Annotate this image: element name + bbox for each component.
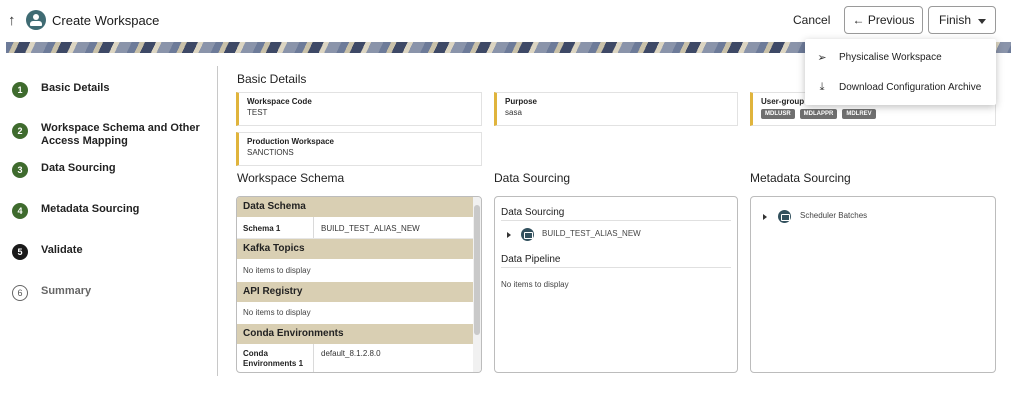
step-label: Validate (41, 244, 83, 256)
paper-plane-icon: ➢ (817, 52, 827, 64)
divider (501, 220, 731, 221)
workspace-code-field: Workspace Code TEST (236, 92, 482, 126)
empty-message: No items to display (243, 308, 311, 317)
wizard-steps: 1 Basic Details 2 Workspace Schema and O… (0, 62, 215, 382)
metadata-sourcing-panel: Scheduler Batches (750, 196, 996, 373)
divider (217, 66, 218, 376)
table-row: Conda Environments 1 default_8.1.2.8.0 (237, 344, 474, 372)
tree-item[interactable]: Scheduler Batches (751, 209, 991, 225)
step-label: Summary (41, 285, 92, 297)
user-group-tag: MDLUSR (761, 109, 795, 119)
menu-item-label: Physicalise Workspace (839, 52, 942, 63)
cancel-button[interactable]: Cancel (793, 13, 830, 27)
sub-title-data-pipeline: Data Pipeline (501, 254, 561, 265)
divider (313, 217, 314, 238)
field-value: SANCTIONS (247, 148, 294, 157)
step-number-icon: 5 (12, 244, 28, 260)
finish-dropdown-menu: ➢ Physicalise Workspace ⤓ Download Confi… (805, 39, 996, 105)
group-header-data-schema: Data Schema (237, 197, 474, 217)
divider (501, 267, 731, 268)
row-key: Conda Environments 1 (243, 349, 304, 368)
field-value: TEST (247, 108, 268, 117)
folder-icon (521, 228, 534, 241)
workspace-icon (26, 10, 46, 30)
step-check-icon: 4 (12, 203, 28, 219)
step-number-icon: 6 (12, 285, 28, 301)
step-label: Data Sourcing (41, 162, 116, 174)
tree-item[interactable]: BUILD_TEST_ALIAS_NEW (495, 227, 735, 243)
section-title-data-sourcing: Data Sourcing (494, 171, 571, 185)
finish-button[interactable]: Finish (928, 6, 996, 34)
section-title-basic-details: Basic Details (237, 72, 307, 86)
table-row: Schema 1 BUILD_TEST_ALIAS_NEW (237, 217, 474, 239)
tree-item-label: Scheduler Batches (800, 211, 868, 220)
field-value: sasa (505, 108, 522, 117)
section-title-metadata-sourcing: Metadata Sourcing (750, 171, 851, 185)
expand-triangle-icon[interactable] (763, 214, 767, 220)
section-title-workspace-schema: Workspace Schema (237, 171, 345, 185)
production-workspace-field: Production Workspace SANCTIONS (236, 132, 482, 166)
group-header-kafka-topics: Kafka Topics (237, 239, 474, 259)
expand-triangle-icon[interactable] (507, 232, 511, 238)
folder-icon (778, 210, 791, 223)
download-icon: ⤓ (819, 81, 825, 93)
step-label: Basic Details (41, 82, 110, 94)
divider (313, 344, 314, 372)
scrollbar[interactable] (473, 197, 481, 372)
empty-message: No items to display (501, 280, 569, 289)
field-label: Production Workspace (247, 137, 334, 146)
field-label: Purpose (505, 97, 538, 106)
scrollbar-thumb[interactable] (474, 205, 480, 335)
menu-item-physicalise-workspace[interactable]: ➢ Physicalise Workspace (805, 44, 996, 72)
tree-item-label: BUILD_TEST_ALIAS_NEW (542, 229, 641, 238)
step-check-icon: 1 (12, 82, 28, 98)
workspace-schema-panel: Data Schema Schema 1 BUILD_TEST_ALIAS_NE… (236, 196, 482, 373)
empty-message: No items to display (243, 266, 311, 275)
row-value: BUILD_TEST_ALIAS_NEW (321, 224, 420, 233)
data-sourcing-panel: Data Sourcing BUILD_TEST_ALIAS_NEW Data … (494, 196, 738, 373)
page-title: Create Workspace (52, 13, 160, 28)
step-label: Workspace Schema and Other Access Mappin… (41, 122, 200, 147)
sub-title-data-sourcing: Data Sourcing (501, 207, 565, 218)
arrow-up-icon[interactable]: ↑ (8, 12, 16, 29)
row-value: default_8.1.2.8.0 (321, 349, 381, 358)
group-header-api-registry: API Registry (237, 282, 474, 302)
chevron-down-icon (978, 19, 986, 24)
menu-item-label: Download Configuration Archive (839, 82, 982, 93)
purpose-field: Purpose sasa (494, 92, 738, 126)
step-check-icon: 2 (12, 123, 28, 139)
group-header-conda-environments: Conda Environments (237, 324, 474, 344)
user-group-tag: MDLREV (842, 109, 876, 119)
menu-item-download-configuration-archive[interactable]: ⤓ Download Configuration Archive (805, 74, 996, 102)
user-group-tag: MDLAPPR (799, 109, 838, 119)
field-label: Workspace Code (247, 97, 312, 106)
previous-button[interactable]: ← Previous (844, 6, 923, 34)
step-label: Metadata Sourcing (41, 203, 140, 215)
step-check-icon: 3 (12, 162, 28, 178)
finish-button-label: Finish (939, 13, 972, 27)
row-key: Schema 1 (243, 224, 281, 233)
header-bar: ↑ Create Workspace Cancel ← Previous Fin… (0, 0, 1020, 40)
